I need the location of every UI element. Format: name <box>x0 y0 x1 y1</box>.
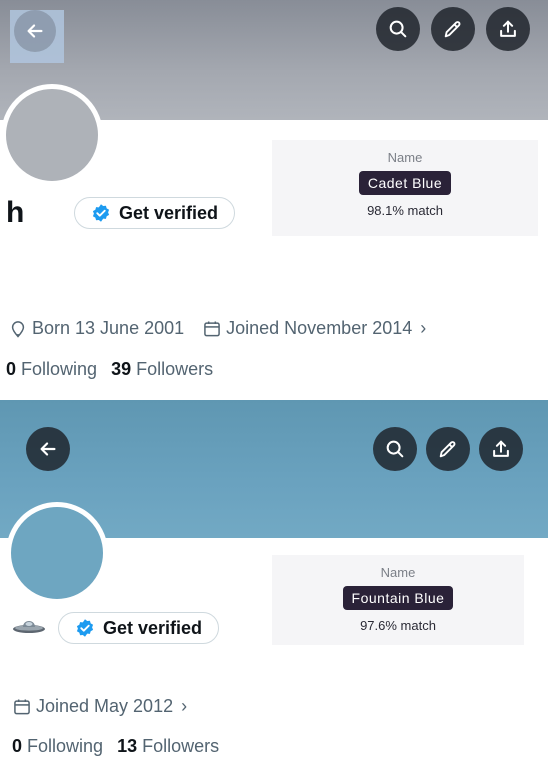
chevron-right-icon: › <box>420 318 427 338</box>
get-verified-label: Get verified <box>103 617 203 638</box>
back-button[interactable] <box>26 427 70 471</box>
color-name-chip: Fountain Blue <box>342 586 454 610</box>
following-link[interactable]: 0 Following <box>6 359 97 379</box>
chevron-right-icon: › <box>181 696 188 716</box>
color-match-percent: 98.1% match <box>367 203 443 218</box>
color-name-chip: Cadet Blue <box>358 171 452 195</box>
profile-meta: Joined May 2012 › <box>12 696 205 717</box>
get-verified-label: Get verified <box>119 202 219 223</box>
back-arrow-icon <box>27 24 43 38</box>
edit-pencil-icon <box>444 21 461 38</box>
search-icon <box>386 440 404 458</box>
calendar-icon <box>14 699 30 714</box>
share-button[interactable] <box>479 427 523 471</box>
edit-pencil-icon <box>439 441 456 458</box>
color-name-label: Name <box>380 565 416 580</box>
calendar-icon <box>204 321 220 336</box>
joined-link[interactable]: Joined November 2014 › <box>202 318 426 339</box>
followers-count: 13 <box>117 736 138 756</box>
edit-button[interactable] <box>431 7 475 51</box>
profile-meta: Born 13 June 2001 Joined November 2014 › <box>8 318 444 339</box>
color-name-label: Name <box>387 150 423 165</box>
verified-badge-icon <box>76 619 94 637</box>
avatar[interactable] <box>1 84 103 186</box>
share-button[interactable] <box>486 7 530 51</box>
followers-label: Followers <box>142 736 220 756</box>
profile-name: h <box>6 196 25 229</box>
follow-counts: 0 Following 13 Followers <box>12 736 219 757</box>
followers-link[interactable]: 13 Followers <box>117 736 219 756</box>
share-upload-icon <box>493 440 509 457</box>
following-count: 0 <box>6 359 17 379</box>
birthday-item: Born 13 June 2001 <box>8 318 184 339</box>
back-button-overlay <box>10 10 64 63</box>
location-pin-icon <box>11 320 25 338</box>
followers-link[interactable]: 39 Followers <box>111 359 213 379</box>
back-arrow-icon <box>40 442 56 456</box>
followers-count: 39 <box>111 359 132 379</box>
color-match-percent: 97.6% match <box>360 618 436 633</box>
get-verified-button[interactable]: Get verified <box>58 612 220 644</box>
avatar[interactable] <box>6 502 108 604</box>
birthday-text: Born 13 June 2001 <box>32 318 185 338</box>
following-count: 0 <box>12 736 23 756</box>
following-label: Following <box>27 736 104 756</box>
search-icon <box>389 20 407 38</box>
joined-text: Joined November 2014 <box>226 318 413 338</box>
joined-text: Joined May 2012 <box>36 696 174 716</box>
share-upload-icon <box>500 20 516 37</box>
color-name-card: Name Fountain Blue 97.6% match <box>272 555 524 645</box>
following-link[interactable]: 0 Following <box>12 736 103 756</box>
color-name-card: Name Cadet Blue 98.1% match <box>272 140 538 236</box>
following-label: Following <box>21 359 98 379</box>
get-verified-button[interactable]: Get verified <box>74 197 236 229</box>
profile-panel-1: h Get verified Name Cadet Blue 98.1% mat… <box>0 0 548 400</box>
search-button[interactable] <box>373 427 417 471</box>
follow-counts: 0 Following 39 Followers <box>6 359 213 380</box>
profile-panel-2: Get verified Name Fountain Blue 97.6% ma… <box>0 400 548 764</box>
verified-badge-icon <box>92 204 110 222</box>
followers-label: Followers <box>136 359 214 379</box>
joined-link[interactable]: Joined May 2012 › <box>12 696 187 717</box>
back-button[interactable] <box>14 10 56 52</box>
edit-button[interactable] <box>426 427 470 471</box>
ufo-icon <box>13 621 45 633</box>
search-button[interactable] <box>376 7 420 51</box>
